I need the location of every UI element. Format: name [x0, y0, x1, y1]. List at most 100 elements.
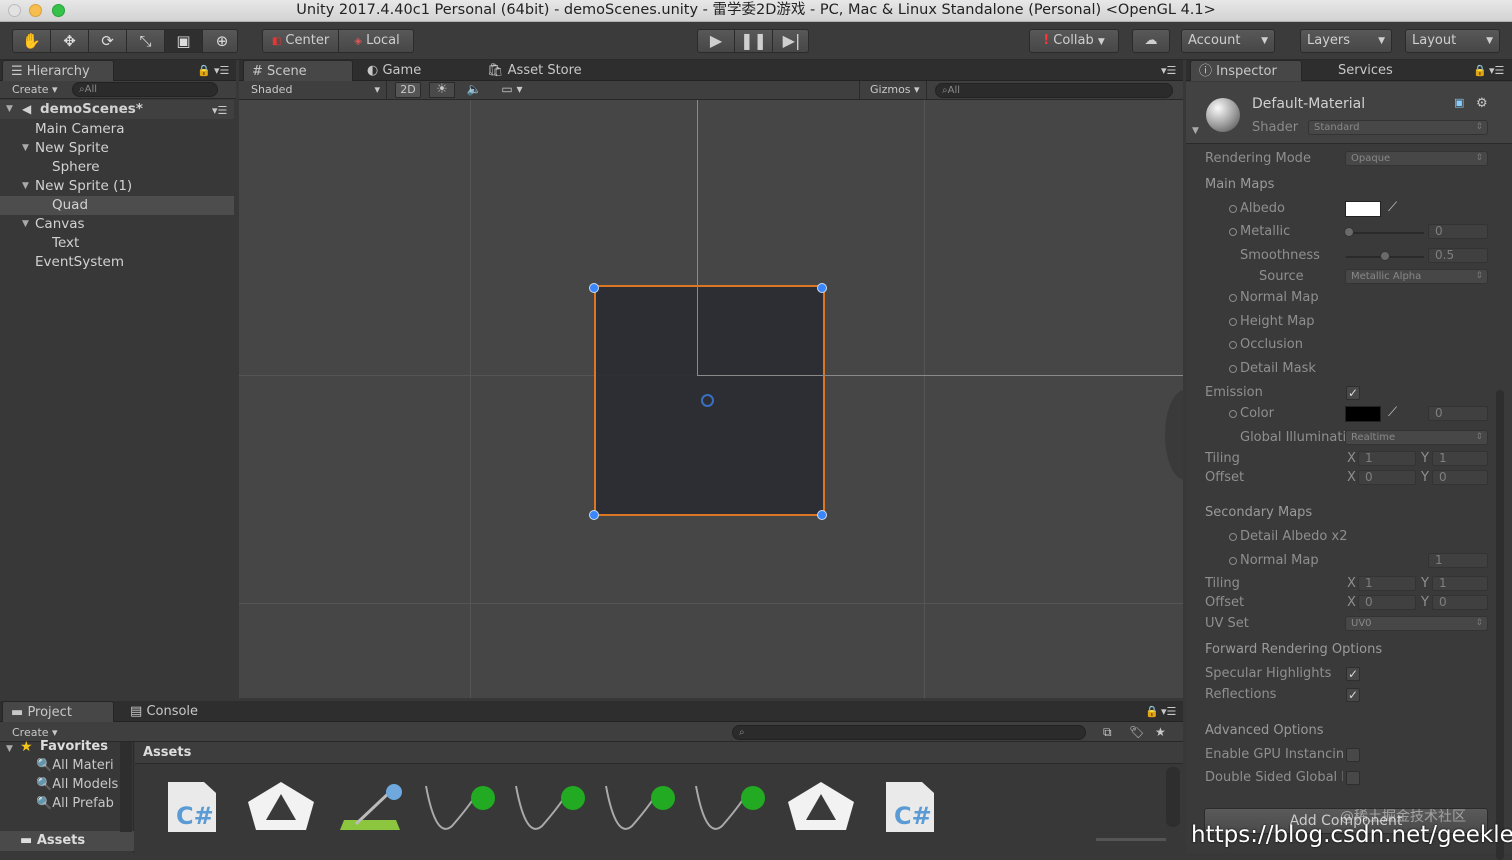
material-asset[interactable]	[336, 780, 402, 830]
favorite-item[interactable]: 🔍All Prefab	[36, 796, 122, 815]
tab-inspector[interactable]: ⓘ Inspector	[1190, 60, 1302, 81]
effects-toggle-icon[interactable]: ▭ ▾	[493, 82, 531, 98]
csharp-script-asset[interactable]: C#	[884, 780, 944, 832]
minimize-window-button[interactable]	[29, 4, 42, 17]
texture-slot-icon[interactable]	[1229, 318, 1237, 326]
scale-tool-icon[interactable]: ⤡	[127, 30, 165, 52]
secondary-tiling-x-field[interactable]: 1	[1358, 576, 1416, 591]
icon-size-slider[interactable]	[1096, 838, 1166, 841]
hierarchy-item[interactable]: ▼ New Sprite (1)	[0, 177, 234, 196]
expand-triangle-icon[interactable]: ▼	[6, 100, 13, 119]
secondary-offset-x-field[interactable]: 0	[1358, 595, 1416, 610]
favorite-item[interactable]: 🔍All Materi	[36, 758, 122, 777]
lock-icon[interactable]: 🔒	[1145, 705, 1159, 718]
tab-scene[interactable]: # Scene	[243, 60, 353, 81]
albedo-color-swatch[interactable]	[1345, 201, 1381, 217]
scene-root-row[interactable]: ▼ ◀ demoScenes* ▾☰	[0, 100, 234, 119]
tab-console[interactable]: ▤ Console	[122, 701, 232, 722]
layers-dropdown[interactable]: Layers ▼	[1300, 29, 1392, 53]
expand-triangle-icon[interactable]: ▼	[22, 139, 29, 158]
offset-x-field[interactable]: 0	[1358, 470, 1416, 485]
collab-dropdown[interactable]: ! Collab ▼	[1029, 29, 1119, 53]
animation-asset[interactable]	[602, 780, 675, 830]
offset-y-field[interactable]: 0	[1432, 470, 1488, 485]
panel-menu-icon[interactable]: ▾☰	[1161, 64, 1176, 77]
tree-scrollbar[interactable]	[120, 742, 132, 832]
maximize-window-button[interactable]	[52, 4, 65, 17]
global-illumination-dropdown[interactable]: Realtime	[1345, 430, 1488, 445]
texture-slot-icon[interactable]	[1229, 341, 1237, 349]
hand-tool-icon[interactable]: ✋	[13, 30, 51, 52]
hierarchy-item[interactable]: Text	[0, 234, 234, 253]
texture-slot-icon[interactable]	[1229, 228, 1237, 236]
account-dropdown[interactable]: Account ▼	[1181, 29, 1275, 53]
tab-services[interactable]: Services	[1330, 60, 1410, 81]
hierarchy-item[interactable]: ▼ Canvas	[0, 215, 234, 234]
tab-hierarchy[interactable]: ☰ Hierarchy	[2, 60, 114, 81]
gizmos-dropdown[interactable]: Gizmos ▾	[859, 81, 927, 99]
hierarchy-search-input[interactable]: ⌕All	[72, 82, 218, 97]
texture-slot-icon[interactable]	[1229, 410, 1237, 418]
secondary-offset-y-field[interactable]: 0	[1432, 595, 1488, 610]
tab-project[interactable]: ▬ Project	[2, 701, 114, 722]
hierarchy-create-button[interactable]: Create ▾	[12, 83, 58, 96]
expand-triangle-icon[interactable]: ▼	[22, 177, 29, 196]
filter-by-label-icon[interactable]: 🏷	[1129, 725, 1144, 739]
eyedropper-icon[interactable]: ⟋	[1388, 405, 1397, 420]
metallic-slider-track[interactable]	[1346, 232, 1424, 234]
layout-dropdown[interactable]: Layout ▼	[1405, 29, 1500, 53]
cloud-button[interactable]: ☁	[1132, 29, 1170, 53]
unity-scene-asset[interactable]	[786, 780, 854, 830]
double-sided-gi-checkbox[interactable]	[1346, 771, 1360, 785]
metallic-slider-knob[interactable]	[1344, 227, 1354, 237]
close-window-button[interactable]	[8, 4, 21, 17]
animation-asset[interactable]	[692, 780, 765, 830]
unity-scene-asset[interactable]	[246, 780, 314, 830]
csharp-script-asset[interactable]: C#	[166, 780, 226, 832]
uv-set-dropdown[interactable]: UV0	[1345, 616, 1488, 631]
assets-root-folder[interactable]: ▬ Assets	[0, 831, 134, 851]
settings-gear-icon[interactable]: ⚙	[1476, 96, 1488, 111]
panel-menu-icon[interactable]: ▾☰	[1161, 705, 1176, 718]
panel-menu-icon[interactable]: ▾☰	[1489, 64, 1504, 77]
texture-slot-icon[interactable]	[1229, 365, 1237, 373]
hierarchy-item[interactable]: ▼ New Sprite	[0, 139, 234, 158]
tab-game[interactable]: ◐ Game	[359, 60, 469, 81]
pivot-center-button[interactable]: ◧ Center	[263, 30, 339, 52]
rect-handle-bottom-left[interactable]	[589, 510, 599, 520]
specular-highlights-checkbox[interactable]: ✓	[1346, 667, 1360, 681]
rect-tool-icon[interactable]: ▣	[165, 30, 203, 52]
scene-viewport[interactable]	[239, 100, 1183, 698]
texture-slot-icon[interactable]	[1229, 557, 1237, 565]
emission-checkbox[interactable]: ✓	[1346, 386, 1360, 400]
rect-handle-top-left[interactable]	[589, 283, 599, 293]
smoothness-value-field[interactable]: 0.5	[1428, 248, 1488, 263]
tiling-x-field[interactable]: 1	[1358, 451, 1416, 466]
rect-handle-top-right[interactable]	[817, 283, 827, 293]
animation-asset[interactable]	[512, 780, 585, 830]
lighting-toggle-icon[interactable]: ☀	[429, 82, 455, 98]
secondary-normal-scale-field[interactable]: 1	[1428, 553, 1488, 568]
expand-triangle-icon[interactable]: ▼	[22, 215, 29, 234]
move-tool-icon[interactable]: ✥	[51, 30, 89, 52]
shader-dropdown[interactable]: Standard	[1308, 120, 1488, 135]
audio-toggle-icon[interactable]: 🔈	[461, 82, 487, 98]
expand-triangle-icon[interactable]: ▼	[6, 744, 13, 754]
secondary-tiling-y-field[interactable]: 1	[1432, 576, 1488, 591]
favorites-star-icon[interactable]: ★	[1155, 725, 1166, 739]
tiling-y-field[interactable]: 1	[1432, 451, 1488, 466]
expand-triangle-icon[interactable]: ▼	[1192, 126, 1199, 136]
animation-asset[interactable]	[422, 780, 495, 830]
transform-tool-icon[interactable]: ⊕	[203, 30, 237, 52]
scene-search-input[interactable]: ⌕All	[935, 83, 1173, 98]
inspector-scrollbar[interactable]	[1496, 390, 1504, 860]
shading-mode-dropdown[interactable]: Shaded ▾	[239, 81, 387, 99]
rect-handle-bottom-right[interactable]	[817, 510, 827, 520]
rendering-mode-dropdown[interactable]: Opaque	[1345, 151, 1488, 166]
texture-slot-icon[interactable]	[1229, 533, 1237, 541]
breadcrumb[interactable]: Assets	[143, 745, 191, 760]
project-search-input[interactable]: ⌕	[732, 725, 1086, 740]
mode-2d-toggle[interactable]: 2D	[395, 82, 421, 98]
source-dropdown[interactable]: Metallic Alpha	[1345, 269, 1488, 284]
emission-intensity-field[interactable]: 0	[1428, 406, 1488, 421]
